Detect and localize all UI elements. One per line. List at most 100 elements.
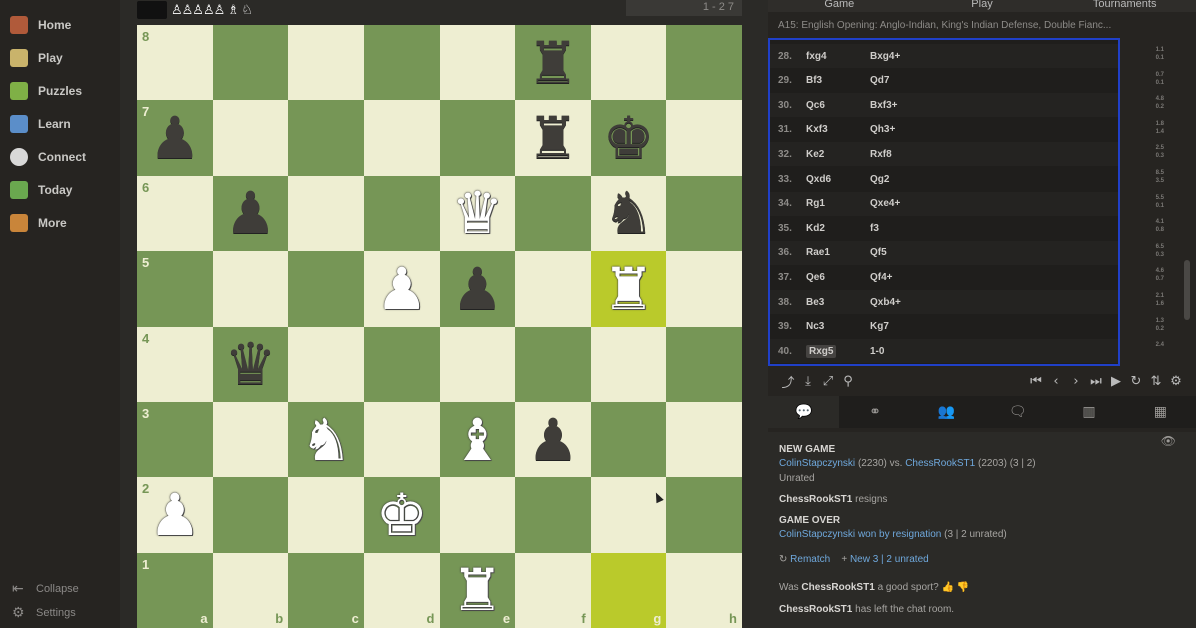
nav-more[interactable]: More	[10, 211, 67, 235]
chat-tab-icon[interactable]: 💬	[768, 396, 840, 428]
square-e8[interactable]	[439, 25, 516, 101]
square-h4[interactable]	[666, 326, 742, 402]
square-a3[interactable]: 3	[137, 401, 213, 478]
black-pawn-icon[interactable]: ♟	[224, 184, 276, 242]
square-f4[interactable]	[515, 326, 591, 402]
square-d2[interactable]: ♚	[363, 477, 440, 553]
thumbs-up-icon[interactable]: 👍	[942, 582, 954, 593]
square-b3[interactable]	[212, 401, 289, 478]
black-move[interactable]: Qg2	[870, 174, 950, 185]
square-f2[interactable]	[515, 477, 591, 553]
player2-link[interactable]: ChessRookST1	[905, 458, 975, 469]
expand-icon[interactable]: ⤢	[818, 374, 838, 389]
square-a2[interactable]: 2 ♟	[137, 477, 213, 553]
square-h5[interactable]	[666, 251, 742, 327]
move-row[interactable]: 40. Rxg5 1-0 2.4	[770, 339, 1164, 364]
black-rook-icon[interactable]: ♜	[527, 34, 579, 92]
eye-icon[interactable]: 👁	[1161, 434, 1176, 448]
prev-move-icon[interactable]: ‹	[1046, 374, 1066, 389]
square-e7[interactable]	[439, 100, 516, 176]
square-e1[interactable]: e ♜	[439, 552, 516, 628]
square-e5[interactable]: ♟	[439, 251, 516, 327]
square-e6[interactable]: ♛	[439, 175, 516, 252]
move-row[interactable]: 28. fxg4 Bxg4+ 1.1 0.1	[770, 44, 1164, 68]
download-icon[interactable]: ⤓	[798, 374, 818, 389]
white-knight-icon[interactable]: ♞	[300, 411, 352, 469]
square-d3[interactable]	[363, 401, 440, 478]
white-move[interactable]: Kd2	[804, 223, 870, 234]
white-king-icon[interactable]: ♚	[376, 486, 428, 544]
black-move[interactable]: Rxf8	[870, 149, 950, 160]
square-d8[interactable]	[363, 25, 440, 101]
black-move[interactable]: Bxg4+	[870, 51, 950, 62]
stats-tab-icon[interactable]: ▥	[1053, 396, 1124, 428]
explorer-tab-icon[interactable]: ▦	[1125, 396, 1196, 428]
rematch-button[interactable]: Rematch	[790, 554, 830, 565]
square-c4[interactable]	[288, 326, 364, 402]
white-pawn-icon[interactable]: ♟	[376, 260, 428, 318]
white-move[interactable]: Nc3	[804, 321, 870, 332]
square-d1[interactable]: d	[363, 552, 440, 628]
black-pawn-icon[interactable]: ♟	[451, 260, 503, 318]
flip-board-icon[interactable]: ⇅	[1146, 374, 1166, 389]
next-move-icon[interactable]: ›	[1066, 374, 1086, 389]
nav-play[interactable]: Play	[10, 46, 63, 70]
square-a1[interactable]: 1a	[137, 552, 213, 628]
square-a4[interactable]: 4	[137, 326, 213, 402]
refresh-icon[interactable]: ↻	[1126, 374, 1146, 389]
square-b2[interactable]	[212, 477, 289, 553]
move-row[interactable]: 33. Qxd6 Qg2 8.5 3.5	[770, 167, 1164, 191]
first-move-icon[interactable]: ⏮	[1026, 374, 1046, 389]
square-h1[interactable]: h	[666, 552, 742, 628]
square-b8[interactable]	[212, 25, 289, 101]
black-move[interactable]: f3	[870, 223, 950, 234]
square-b6[interactable]: ♟	[212, 175, 289, 252]
gear-icon[interactable]: ⚙	[1166, 374, 1186, 389]
square-b7[interactable]	[212, 100, 289, 176]
square-a6[interactable]: 6	[137, 175, 213, 252]
square-c6[interactable]	[288, 175, 364, 252]
analysis-icon[interactable]: ⚲	[838, 374, 858, 389]
square-c8[interactable]	[288, 25, 364, 101]
square-f8[interactable]: ♜	[515, 25, 591, 101]
black-move[interactable]: Bxf3+	[870, 100, 950, 111]
black-move[interactable]: Qxe4+	[870, 198, 950, 209]
square-c7[interactable]	[288, 100, 364, 176]
white-move[interactable]: Rae1	[804, 247, 870, 258]
square-e2[interactable]	[439, 477, 516, 553]
square-c3[interactable]: ♞	[288, 401, 364, 478]
nav-puzzles[interactable]: Puzzles	[10, 79, 82, 103]
move-row[interactable]: 31. Kxf3 Qh3+ 1.8 1.4	[770, 118, 1164, 142]
collapse-button[interactable]: ⇤ Collapse	[12, 580, 79, 597]
white-move[interactable]: fxg4	[804, 51, 870, 62]
move-row[interactable]: 34. Rg1 Qxe4+ 5.5 0.1	[770, 191, 1164, 216]
square-g4[interactable]	[590, 326, 667, 402]
move-row[interactable]: 30. Qc6 Bxf3+ 4.8 0.2	[770, 93, 1164, 118]
black-pawn-icon[interactable]: ♟	[527, 411, 579, 469]
square-h2[interactable]	[666, 477, 742, 553]
black-move[interactable]: Qxb4+	[870, 297, 950, 308]
white-move[interactable]: Be3	[804, 297, 870, 308]
tab-game[interactable]: Game	[768, 0, 911, 12]
winner-link[interactable]: ColinStapczynski	[779, 529, 855, 540]
move-row[interactable]: 37. Qe6 Qf4+ 4.6 0.7	[770, 265, 1164, 289]
nav-learn[interactable]: Learn	[10, 112, 71, 136]
last-move-icon[interactable]: ⏭	[1086, 374, 1106, 389]
messages-tab-icon[interactable]: 🗨	[982, 396, 1053, 428]
play-icon[interactable]: ▶	[1106, 374, 1126, 389]
share-icon[interactable]: ⤴	[778, 372, 798, 391]
white-move[interactable]: Rxg5	[804, 344, 870, 358]
move-list[interactable]: 28. fxg4 Bxg4+ 1.1 0.1 29. Bf3 Qd7 0.7 0.1 30. Qc6 B…	[768, 38, 1164, 366]
move-row[interactable]: 39. Nc3 Kg7 1.3 0.2	[770, 315, 1164, 339]
white-rook-icon[interactable]: ♜	[603, 260, 655, 318]
move-row[interactable]: 36. Rae1 Qf5 6.5 0.3	[770, 240, 1164, 265]
white-move[interactable]: Rg1	[804, 198, 870, 209]
square-g5[interactable]: ♜	[590, 251, 667, 327]
white-move[interactable]: Qxd6	[804, 174, 870, 185]
black-move[interactable]: Qf4+	[870, 272, 950, 283]
black-rook-icon[interactable]: ♜	[527, 109, 579, 167]
nav-connect[interactable]: Connect	[10, 145, 86, 169]
square-b5[interactable]	[212, 251, 289, 327]
square-g7[interactable]: ♚	[590, 100, 667, 176]
nav-home[interactable]: Home	[10, 13, 71, 37]
